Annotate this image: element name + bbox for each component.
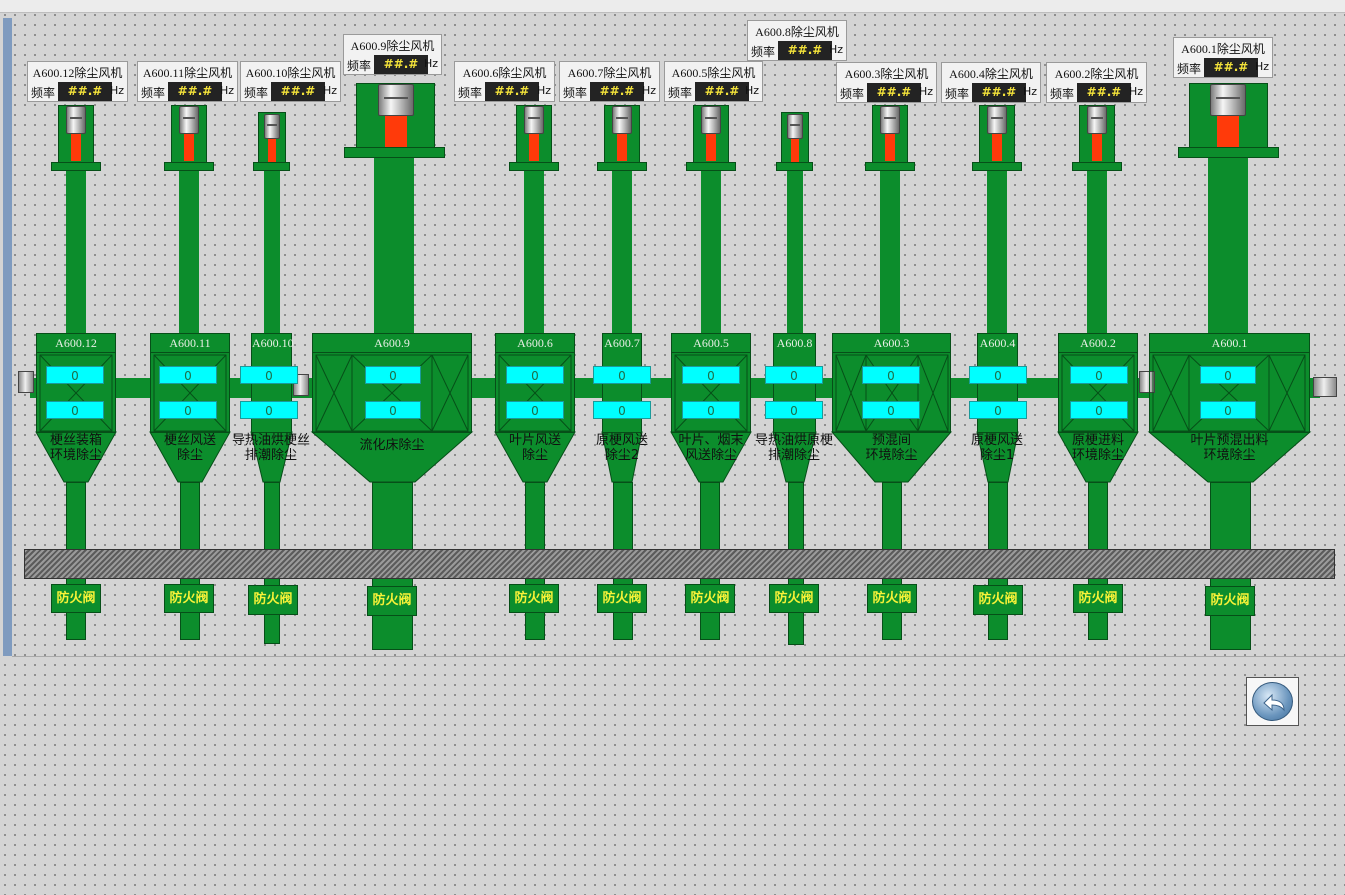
divider — [832, 352, 951, 353]
counter-top: 0 — [862, 366, 920, 384]
divider — [671, 352, 751, 353]
unit-name: 叶片风送 除尘 — [508, 433, 561, 463]
counter-bottom: 0 — [240, 401, 298, 419]
divider — [150, 352, 230, 353]
fire-valve-button[interactable]: 防火阀 — [248, 585, 298, 615]
counter-bottom: 0 — [46, 401, 104, 419]
fire-valve-button[interactable]: 防火阀 — [973, 585, 1023, 615]
counter-bottom: 0 — [159, 401, 217, 419]
counter-bottom: 0 — [1200, 401, 1256, 419]
counter-bottom: 0 — [593, 401, 651, 419]
divider — [312, 352, 472, 353]
unit-code: A600.5 — [693, 336, 729, 350]
unit-name: 原梗风送 除尘2 — [595, 433, 648, 463]
unit-code: A600.6 — [517, 336, 553, 350]
fire-valve-button[interactable]: 防火阀 — [769, 584, 819, 613]
unit-code: A600.2 — [1080, 336, 1116, 350]
unit-name: 梗丝装箱 环境除尘 — [49, 433, 102, 463]
fire-valve-button[interactable]: 防火阀 — [685, 584, 735, 613]
unit-code: A600.12 — [55, 336, 97, 350]
counter-bottom: 0 — [365, 401, 421, 419]
unit-code: A600.4 — [979, 336, 1016, 350]
counter-bottom: 0 — [969, 401, 1027, 419]
unit-name: 预混间 环境除尘 — [865, 433, 918, 463]
counter-top: 0 — [593, 366, 651, 384]
counter-top: 0 — [682, 366, 740, 384]
fire-valve-button[interactable]: 防火阀 — [164, 584, 214, 613]
counter-bottom: 0 — [862, 401, 920, 419]
fire-valve-button[interactable]: 防火阀 — [867, 584, 917, 613]
counter-top: 0 — [765, 366, 823, 384]
unit-code: A600.11 — [169, 336, 211, 350]
counter-top: 0 — [1070, 366, 1128, 384]
fire-valve-button[interactable]: 防火阀 — [1205, 586, 1255, 616]
fire-valve-button[interactable]: 防火阀 — [509, 584, 559, 613]
counter-bottom: 0 — [506, 401, 564, 419]
counter-top: 0 — [365, 366, 421, 384]
unit-name: 原梗风送 除尘1 — [970, 433, 1023, 463]
fire-valve-button[interactable]: 防火阀 — [1073, 584, 1123, 613]
back-button[interactable] — [1246, 677, 1299, 726]
counter-top: 0 — [46, 366, 104, 384]
unit-code: A600.10 — [252, 336, 294, 350]
divider — [1058, 352, 1138, 353]
counter-top: 0 — [159, 366, 217, 384]
unit-code: A600.9 — [374, 336, 410, 350]
unit-name: 流化床除尘 — [359, 438, 425, 453]
counter-bottom: 0 — [1070, 401, 1128, 419]
conveyor-belt-front — [24, 549, 1335, 579]
unit-name: 梗丝风送 除尘 — [163, 433, 216, 463]
unit-code: A600.8 — [776, 336, 813, 350]
divider — [1149, 352, 1310, 353]
fire-valve-button[interactable]: 防火阀 — [51, 584, 101, 613]
unit-name: 叶片预混出料 环境除尘 — [1190, 433, 1269, 463]
unit-name: 导热油烘原梗 排潮除尘 — [754, 433, 833, 463]
counter-top: 0 — [506, 366, 564, 384]
unit-code: A600.7 — [604, 336, 640, 350]
counter-bottom: 0 — [765, 401, 823, 419]
divider — [495, 352, 575, 353]
unit-name: 原梗进料 环境除尘 — [1071, 433, 1124, 463]
unit-code: A600.3 — [873, 336, 910, 350]
fire-valve-button[interactable]: 防火阀 — [597, 584, 647, 613]
unit-name: 导热油烘梗丝 排潮除尘 — [231, 433, 310, 463]
unit-code: A600.1 — [1211, 336, 1248, 350]
counter-top: 0 — [969, 366, 1027, 384]
divider — [36, 352, 116, 353]
counter-bottom: 0 — [682, 401, 740, 419]
counter-top: 0 — [240, 366, 298, 384]
counter-top: 0 — [1200, 366, 1256, 384]
back-arrow-icon — [1252, 682, 1293, 721]
fire-valve-button[interactable]: 防火阀 — [367, 586, 417, 616]
